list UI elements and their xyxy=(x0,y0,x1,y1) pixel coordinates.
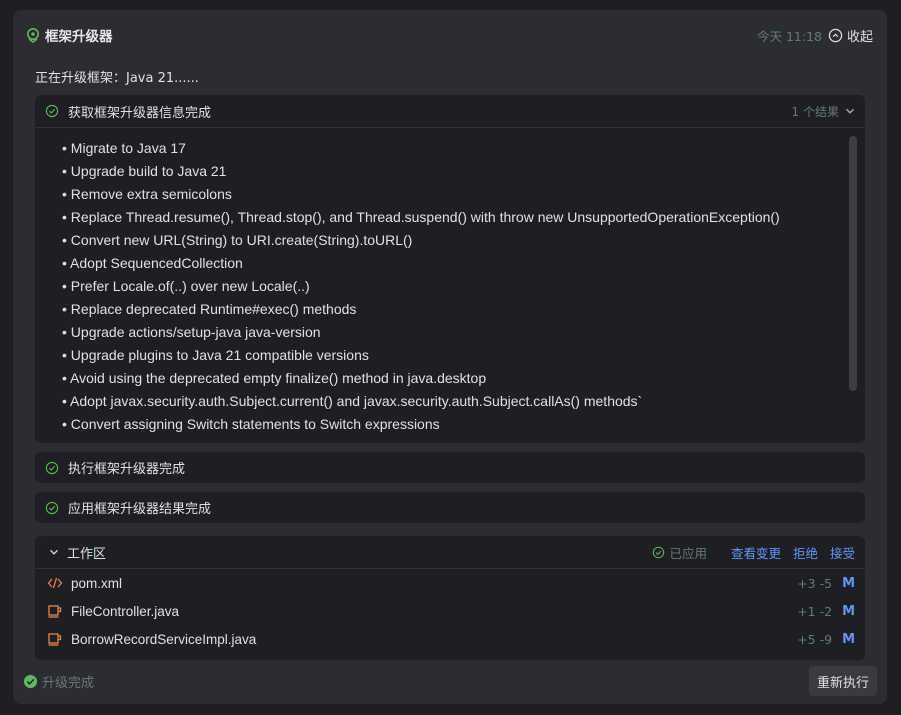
list-item: Adopt SequencedCollection xyxy=(62,252,865,275)
code-icon xyxy=(47,575,63,591)
card-title: 框架升级器 xyxy=(45,29,113,45)
list-item: Remove extra semicolons xyxy=(62,183,865,206)
workspace-header: 工作区 已应用 查看变更 拒绝 接受 xyxy=(35,536,865,568)
execute-section[interactable]: 执行框架升级器完成 xyxy=(35,452,865,483)
java-file-icon xyxy=(47,631,63,647)
result-count-toggle[interactable]: 1 个结果 xyxy=(792,103,855,120)
check-circle-icon xyxy=(45,501,59,515)
chevron-down-icon xyxy=(846,108,854,114)
list-item: Replace deprecated Runtime#exec() method… xyxy=(62,298,865,321)
java-file-icon xyxy=(47,603,63,619)
card-footer: 升级完成 重新执行 xyxy=(23,666,877,696)
file-status: M xyxy=(842,603,855,619)
list-item: Upgrade plugins to Java 21 compatible ve… xyxy=(62,344,865,367)
applied-status: 已应用 xyxy=(652,543,707,562)
check-circle-icon xyxy=(45,104,59,118)
collapse-label: 收起 xyxy=(846,29,873,45)
applied-label: 已应用 xyxy=(669,545,707,561)
chevron-down-icon[interactable] xyxy=(49,547,59,557)
file-status: M xyxy=(842,631,855,647)
result-count: 1 个结果 xyxy=(791,104,839,119)
fetch-info-section: 获取框架升级器信息完成 1 个结果 Migrate to Java 17 Upg… xyxy=(35,95,865,443)
fetch-info-label: 获取框架升级器信息完成 xyxy=(68,105,212,121)
collapse-icon xyxy=(828,28,843,42)
file-diff: +5 -9 xyxy=(797,631,833,647)
file-status: M xyxy=(842,575,855,591)
file-diff: +1 -2 xyxy=(797,603,833,619)
list-item: Prefer Locale.of(..) over new Locale(..) xyxy=(62,275,865,298)
timestamp: 今天 11:18 xyxy=(756,28,822,44)
file-row-borrowrecord[interactable]: BorrowRecordServiceImpl.java +5 -9 M xyxy=(35,625,865,653)
file-name: BorrowRecordServiceImpl.java xyxy=(71,631,257,647)
file-name: FileController.java xyxy=(71,603,180,619)
workspace-panel: 工作区 已应用 查看变更 拒绝 接受 pom.xml +3 -5 M FileC… xyxy=(35,536,865,660)
list-item: Convert assigning Switch statements to S… xyxy=(62,413,865,436)
check-filled-icon xyxy=(23,674,38,688)
view-changes-link[interactable]: 查看变更 xyxy=(731,543,781,562)
list-item: Adopt javax.security.auth.Subject.curren… xyxy=(62,390,865,413)
list-scrollbar[interactable] xyxy=(849,136,857,391)
done-label: 升级完成 xyxy=(42,675,95,691)
file-name: pom.xml xyxy=(71,575,123,591)
check-circle-icon xyxy=(653,546,665,558)
list-item: Replace Thread.resume(), Thread.stop(), … xyxy=(62,206,865,229)
list-item: Upgrade actions/setup-java java-version xyxy=(62,321,865,344)
collapse-button[interactable]: 收起 xyxy=(828,26,873,45)
reject-link[interactable]: 拒绝 xyxy=(793,543,818,562)
upgrade-done-status: 升级完成 xyxy=(23,672,94,691)
apply-label: 应用框架升级器结果完成 xyxy=(68,502,212,517)
list-item: Migrate to Java 17 xyxy=(62,137,865,160)
file-diff: +3 -5 xyxy=(797,575,833,591)
list-item: Upgrade build to Java 21 xyxy=(62,160,865,183)
fetch-info-header[interactable]: 获取框架升级器信息完成 1 个结果 xyxy=(35,95,865,127)
apply-section[interactable]: 应用框架升级器结果完成 xyxy=(35,492,865,523)
upgrade-recipe-list: Migrate to Java 17 Upgrade build to Java… xyxy=(35,128,865,444)
card-header: 框架升级器 今天 11:18 收起 xyxy=(25,24,873,46)
file-row-filecontroller[interactable]: FileController.java +1 -2 M xyxy=(35,597,865,625)
list-item: Avoid using the deprecated empty finaliz… xyxy=(62,367,865,390)
rerun-button[interactable]: 重新执行 xyxy=(808,666,877,696)
upgrader-logo-icon xyxy=(25,27,41,43)
execute-label: 执行框架升级器完成 xyxy=(68,462,186,477)
upgrader-card: 框架升级器 今天 11:18 收起 正在升级框架：Java 21...... 获… xyxy=(13,10,887,704)
accept-link[interactable]: 接受 xyxy=(830,543,855,562)
workspace-label: 工作区 xyxy=(67,546,107,562)
status-line: 正在升级框架：Java 21...... xyxy=(35,71,199,86)
check-circle-icon xyxy=(45,461,59,475)
file-row-pom[interactable]: pom.xml +3 -5 M xyxy=(35,569,865,597)
list-item: Convert new URL(String) to URI.create(St… xyxy=(62,229,865,252)
